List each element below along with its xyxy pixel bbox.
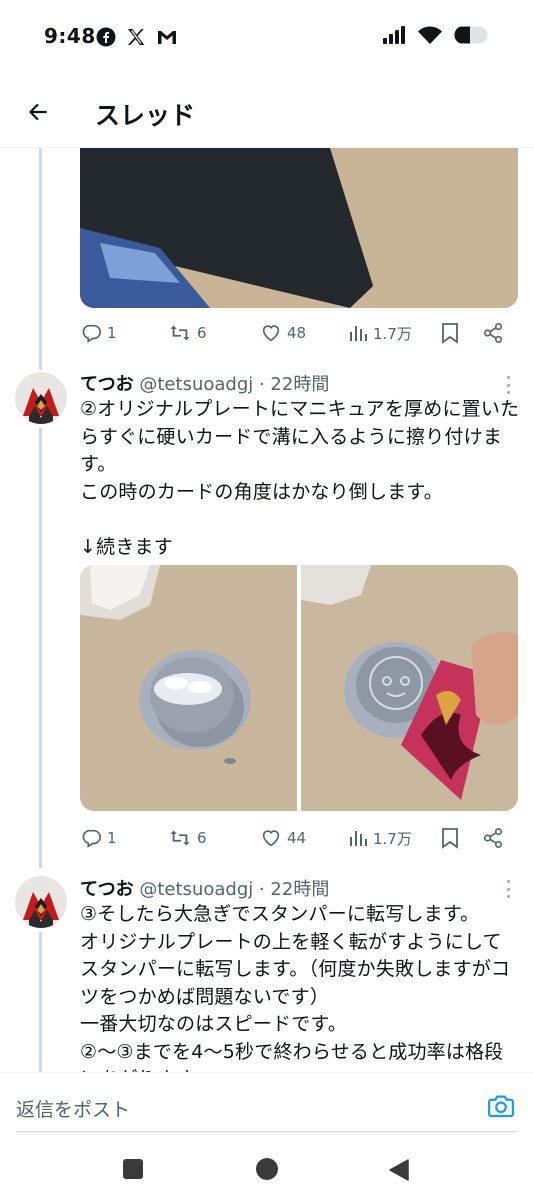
- more-options-icon[interactable]: [500, 373, 516, 397]
- tweet-media-image[interactable]: [80, 148, 518, 308]
- thread-connector: [39, 428, 42, 868]
- tweet-text: ③そしたら大急ぎでスタンパーに転写します。 オリジナルプレートの上を軽く転がすよ…: [80, 903, 511, 1072]
- reply-button[interactable]: 1: [80, 322, 168, 344]
- system-icons: [382, 26, 490, 44]
- tweet-time[interactable]: · 22時間: [259, 374, 329, 395]
- avatar-image: [15, 372, 67, 424]
- recents-button[interactable]: [122, 1158, 144, 1184]
- reply-icon: [82, 829, 101, 848]
- tweet-header: てつお @tetsuoadgj · 22時間: [80, 875, 329, 901]
- back-button[interactable]: [18, 92, 58, 132]
- thread-connector: [39, 932, 42, 1072]
- thread-header: スレッド: [0, 76, 534, 148]
- share-button[interactable]: [482, 827, 504, 849]
- photo-stamp-plate: [80, 565, 297, 811]
- author-handle[interactable]: @tetsuoadgj: [139, 879, 253, 900]
- like-count: 44: [287, 829, 307, 847]
- author-name[interactable]: てつお: [80, 374, 134, 395]
- tweet-header: てつお @tetsuoadgj · 22時間: [80, 370, 329, 396]
- tweet-text: ②オリジナルプレートにマニキュアを厚めに置いたらすぐに硬いカードで溝に入るように…: [80, 398, 520, 558]
- avatar-image: [15, 876, 67, 928]
- home-button[interactable]: [255, 1157, 279, 1185]
- views-button[interactable]: 1.7万: [348, 323, 440, 344]
- circle-icon: [256, 1158, 278, 1180]
- views-icon: [350, 326, 367, 341]
- tweet-media-grid: [80, 565, 518, 811]
- bookmark-button[interactable]: [440, 322, 482, 344]
- gmail-icon: [158, 31, 176, 44]
- tweet-media-image[interactable]: [301, 565, 518, 811]
- avatar[interactable]: [15, 876, 67, 928]
- heart-icon: [262, 830, 280, 847]
- retweet-count: 6: [197, 324, 207, 342]
- arrow-left-icon: [28, 103, 47, 121]
- facebook-icon: [96, 27, 116, 47]
- status-time: 9:48: [44, 24, 96, 48]
- share-icon: [483, 828, 503, 848]
- camera-button[interactable]: [486, 1091, 516, 1121]
- more-options-icon[interactable]: [500, 877, 516, 901]
- triangle-back-icon: [389, 1159, 409, 1181]
- bookmark-icon: [442, 828, 458, 849]
- page-title: スレッド: [95, 101, 196, 130]
- retweet-button[interactable]: 6: [168, 322, 260, 344]
- views-icon: [350, 831, 367, 846]
- bookmark-icon: [442, 323, 458, 344]
- photo-cardboard: [80, 148, 518, 308]
- retweet-count: 6: [197, 829, 207, 847]
- photo-transfer-card: [301, 565, 518, 811]
- reply-count: 1: [107, 829, 117, 847]
- retweet-icon: [170, 325, 190, 341]
- tweet-actions: 1 6 44 1.7万: [80, 823, 510, 853]
- wifi-icon: [418, 26, 442, 44]
- share-button[interactable]: [482, 322, 504, 344]
- reply-button[interactable]: 1: [80, 827, 168, 849]
- author-name[interactable]: てつお: [80, 879, 134, 900]
- heart-icon: [262, 325, 280, 342]
- retweet-icon: [170, 830, 190, 846]
- square-icon: [123, 1159, 143, 1179]
- notification-icons: [96, 27, 178, 47]
- tweet-time[interactable]: · 22時間: [259, 879, 329, 900]
- views-count: 1.7万: [373, 324, 412, 343]
- tweet-actions: 1 6 48 1.7万: [80, 318, 510, 348]
- reply-composer: 返信をポスト: [0, 1072, 534, 1142]
- reply-icon: [82, 324, 101, 343]
- reply-input[interactable]: 返信をポスト: [16, 1095, 130, 1122]
- reply-count: 1: [107, 324, 117, 342]
- like-button[interactable]: 44: [260, 827, 348, 849]
- system-nav-bar: [0, 1142, 534, 1199]
- retweet-button[interactable]: 6: [168, 827, 260, 849]
- signal-icon: [383, 26, 405, 44]
- tweet-media-image[interactable]: [80, 565, 297, 811]
- views-count: 1.7万: [373, 829, 412, 848]
- reply-underline: [16, 1131, 518, 1132]
- status-bar: 9:48: [0, 0, 534, 76]
- camera-icon: [488, 1095, 514, 1118]
- like-count: 48: [287, 324, 307, 342]
- bookmark-button[interactable]: [440, 827, 482, 849]
- battery-icon: [454, 26, 488, 44]
- x-icon: [128, 29, 145, 45]
- author-handle[interactable]: @tetsuoadgj: [139, 374, 253, 395]
- share-icon: [483, 323, 503, 343]
- avatar[interactable]: [15, 372, 67, 424]
- thread-connector: [39, 148, 42, 370]
- back-nav-button[interactable]: [388, 1158, 410, 1186]
- views-button[interactable]: 1.7万: [348, 828, 440, 849]
- like-button[interactable]: 48: [260, 322, 348, 344]
